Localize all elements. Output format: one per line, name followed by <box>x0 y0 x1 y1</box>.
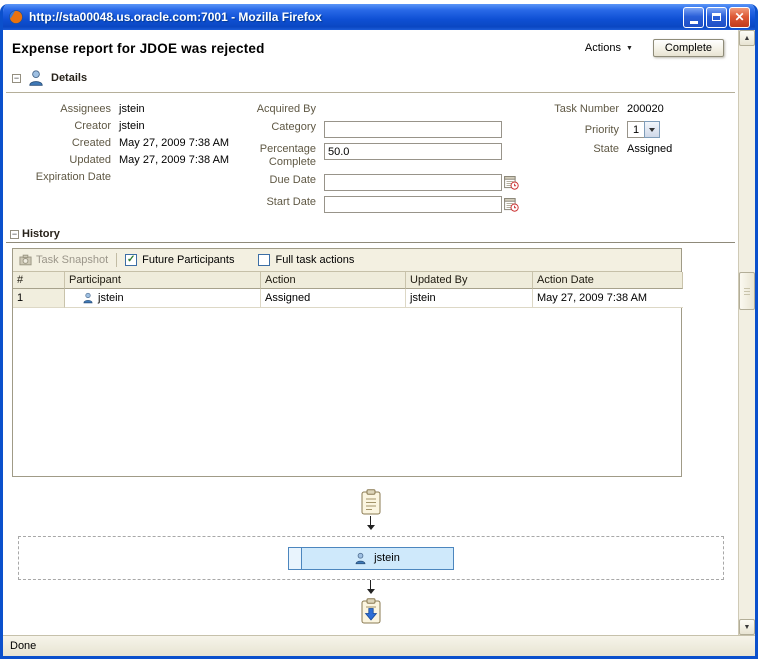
history-table: # Participant Action Updated By Action D… <box>13 272 683 308</box>
created-value: May 27, 2009 7:38 AM <box>119 137 230 149</box>
start-date-input[interactable] <box>324 196 502 213</box>
priority-dropdown-button[interactable] <box>644 121 660 138</box>
acquired-by-label: Acquired By <box>256 103 316 115</box>
full-task-actions-label: Full task actions <box>275 254 355 266</box>
assignees-value: jstein <box>119 103 145 115</box>
status-text: Done <box>10 640 37 652</box>
start-date-label: Start Date <box>266 196 316 208</box>
full-task-actions-checkbox[interactable]: Full task actions <box>258 254 354 266</box>
workflow-diagram: jstein <box>3 489 738 625</box>
collapse-details-icon[interactable]: − <box>12 73 21 83</box>
close-button[interactable]: ✕ <box>729 6 750 28</box>
chevron-down-icon: ▼ <box>625 44 633 52</box>
expiration-date-label: Expiration Date <box>35 171 111 183</box>
future-participants-label: Future Participants <box>142 254 235 266</box>
title-bar[interactable]: http://sta00048.us.oracle.com:7001 - Moz… <box>3 4 755 30</box>
collapse-history-icon[interactable]: − <box>10 229 19 239</box>
updated-label: Updated <box>69 154 111 166</box>
scroll-up-button[interactable]: ▲ <box>739 30 755 46</box>
flow-arrow-down-icon <box>366 580 375 598</box>
state-value: Assigned <box>627 143 673 155</box>
column-header-num[interactable]: # <box>13 272 65 289</box>
future-participants-checkbox[interactable]: ✓ Future Participants <box>125 254 234 266</box>
history-table-empty-area <box>13 308 681 476</box>
table-row-action-date[interactable]: May 27, 2009 7:38 AM <box>533 289 683 308</box>
maximize-icon <box>712 13 721 21</box>
firefox-icon <box>8 9 24 25</box>
percentage-complete-label: Percentage Complete <box>259 143 316 168</box>
created-label: Created <box>71 137 111 149</box>
priority-select[interactable]: 1 <box>627 121 693 138</box>
table-row-action[interactable]: Assigned <box>261 289 406 308</box>
state-label: State <box>593 143 619 155</box>
priority-label: Priority <box>584 123 619 136</box>
page-content: Expense report for JDOE was rejected Act… <box>3 30 738 635</box>
complete-button[interactable]: Complete <box>652 39 724 57</box>
person-icon <box>27 69 45 87</box>
checkbox-checked-icon: ✓ <box>125 254 138 266</box>
table-row-participant[interactable]: jstein <box>65 289 261 308</box>
status-bar: Done <box>3 635 755 656</box>
details-form: Assignees jstein Creator jstein Created … <box>3 93 738 213</box>
assignees-label: Assignees <box>60 103 111 115</box>
close-icon: ✕ <box>734 10 745 24</box>
history-panel: Task Snapshot ✓ Future Participants Full… <box>12 248 683 477</box>
participant-lane: jstein <box>17 536 724 580</box>
column-header-participant[interactable]: Participant <box>65 272 261 289</box>
chevron-down-icon <box>649 127 655 135</box>
task-end-icon <box>359 598 383 625</box>
participant-name: jstein <box>98 292 124 304</box>
history-toolbar: Task Snapshot ✓ Future Participants Full… <box>13 249 681 272</box>
due-date-label: Due Date <box>269 174 316 186</box>
flow-arrow-down-icon <box>366 516 375 534</box>
browser-window: http://sta00048.us.oracle.com:7001 - Moz… <box>0 4 758 659</box>
task-snapshot-icon <box>19 254 32 266</box>
scroll-down-button[interactable]: ▼ <box>739 619 755 635</box>
task-start-icon <box>359 489 383 516</box>
checkbox-unchecked-icon <box>258 254 271 266</box>
calendar-icon[interactable] <box>504 175 519 190</box>
window-controls: ✕ <box>683 6 750 28</box>
category-label: Category <box>271 121 316 133</box>
maximize-button[interactable] <box>706 6 727 28</box>
person-icon <box>82 292 94 304</box>
due-date-input[interactable] <box>324 174 502 191</box>
column-header-action[interactable]: Action <box>261 272 406 289</box>
column-header-action-date[interactable]: Action Date <box>533 272 683 289</box>
scrollbar-thumb[interactable] <box>739 272 755 310</box>
table-row-num[interactable]: 1 <box>13 289 65 308</box>
task-number-value: 200020 <box>627 103 664 115</box>
minimize-icon <box>689 20 698 24</box>
actions-menu-button[interactable]: Actions ▼ <box>585 42 633 54</box>
category-input[interactable] <box>324 121 502 138</box>
history-section-title: History <box>22 228 60 240</box>
calendar-icon[interactable] <box>504 197 519 212</box>
task-snapshot-button[interactable]: Task Snapshot <box>19 254 108 266</box>
participant-node-strip <box>288 547 302 569</box>
person-icon <box>354 552 367 565</box>
page-title: Expense report for JDOE was rejected <box>12 40 265 56</box>
task-number-label: Task Number <box>554 103 619 115</box>
column-header-updated-by[interactable]: Updated By <box>406 272 533 289</box>
participant-node-label: jstein <box>374 552 400 564</box>
task-snapshot-label: Task Snapshot <box>36 254 109 266</box>
window-title: http://sta00048.us.oracle.com:7001 - Moz… <box>29 10 322 24</box>
vertical-scrollbar[interactable]: ▲ ▼ <box>738 30 755 635</box>
table-row-updated-by[interactable]: jstein <box>406 289 533 308</box>
details-section-title: Details <box>51 72 88 84</box>
history-divider <box>6 242 735 243</box>
creator-label: Creator <box>74 120 111 132</box>
participant-node[interactable]: jstein <box>287 546 454 570</box>
updated-value: May 27, 2009 7:38 AM <box>119 154 230 166</box>
creator-value: jstein <box>119 120 145 132</box>
priority-value: 1 <box>627 121 644 138</box>
minimize-button[interactable] <box>683 6 704 28</box>
actions-label: Actions <box>584 42 621 54</box>
toolbar-separator <box>116 253 118 267</box>
percentage-complete-input[interactable] <box>324 143 502 160</box>
